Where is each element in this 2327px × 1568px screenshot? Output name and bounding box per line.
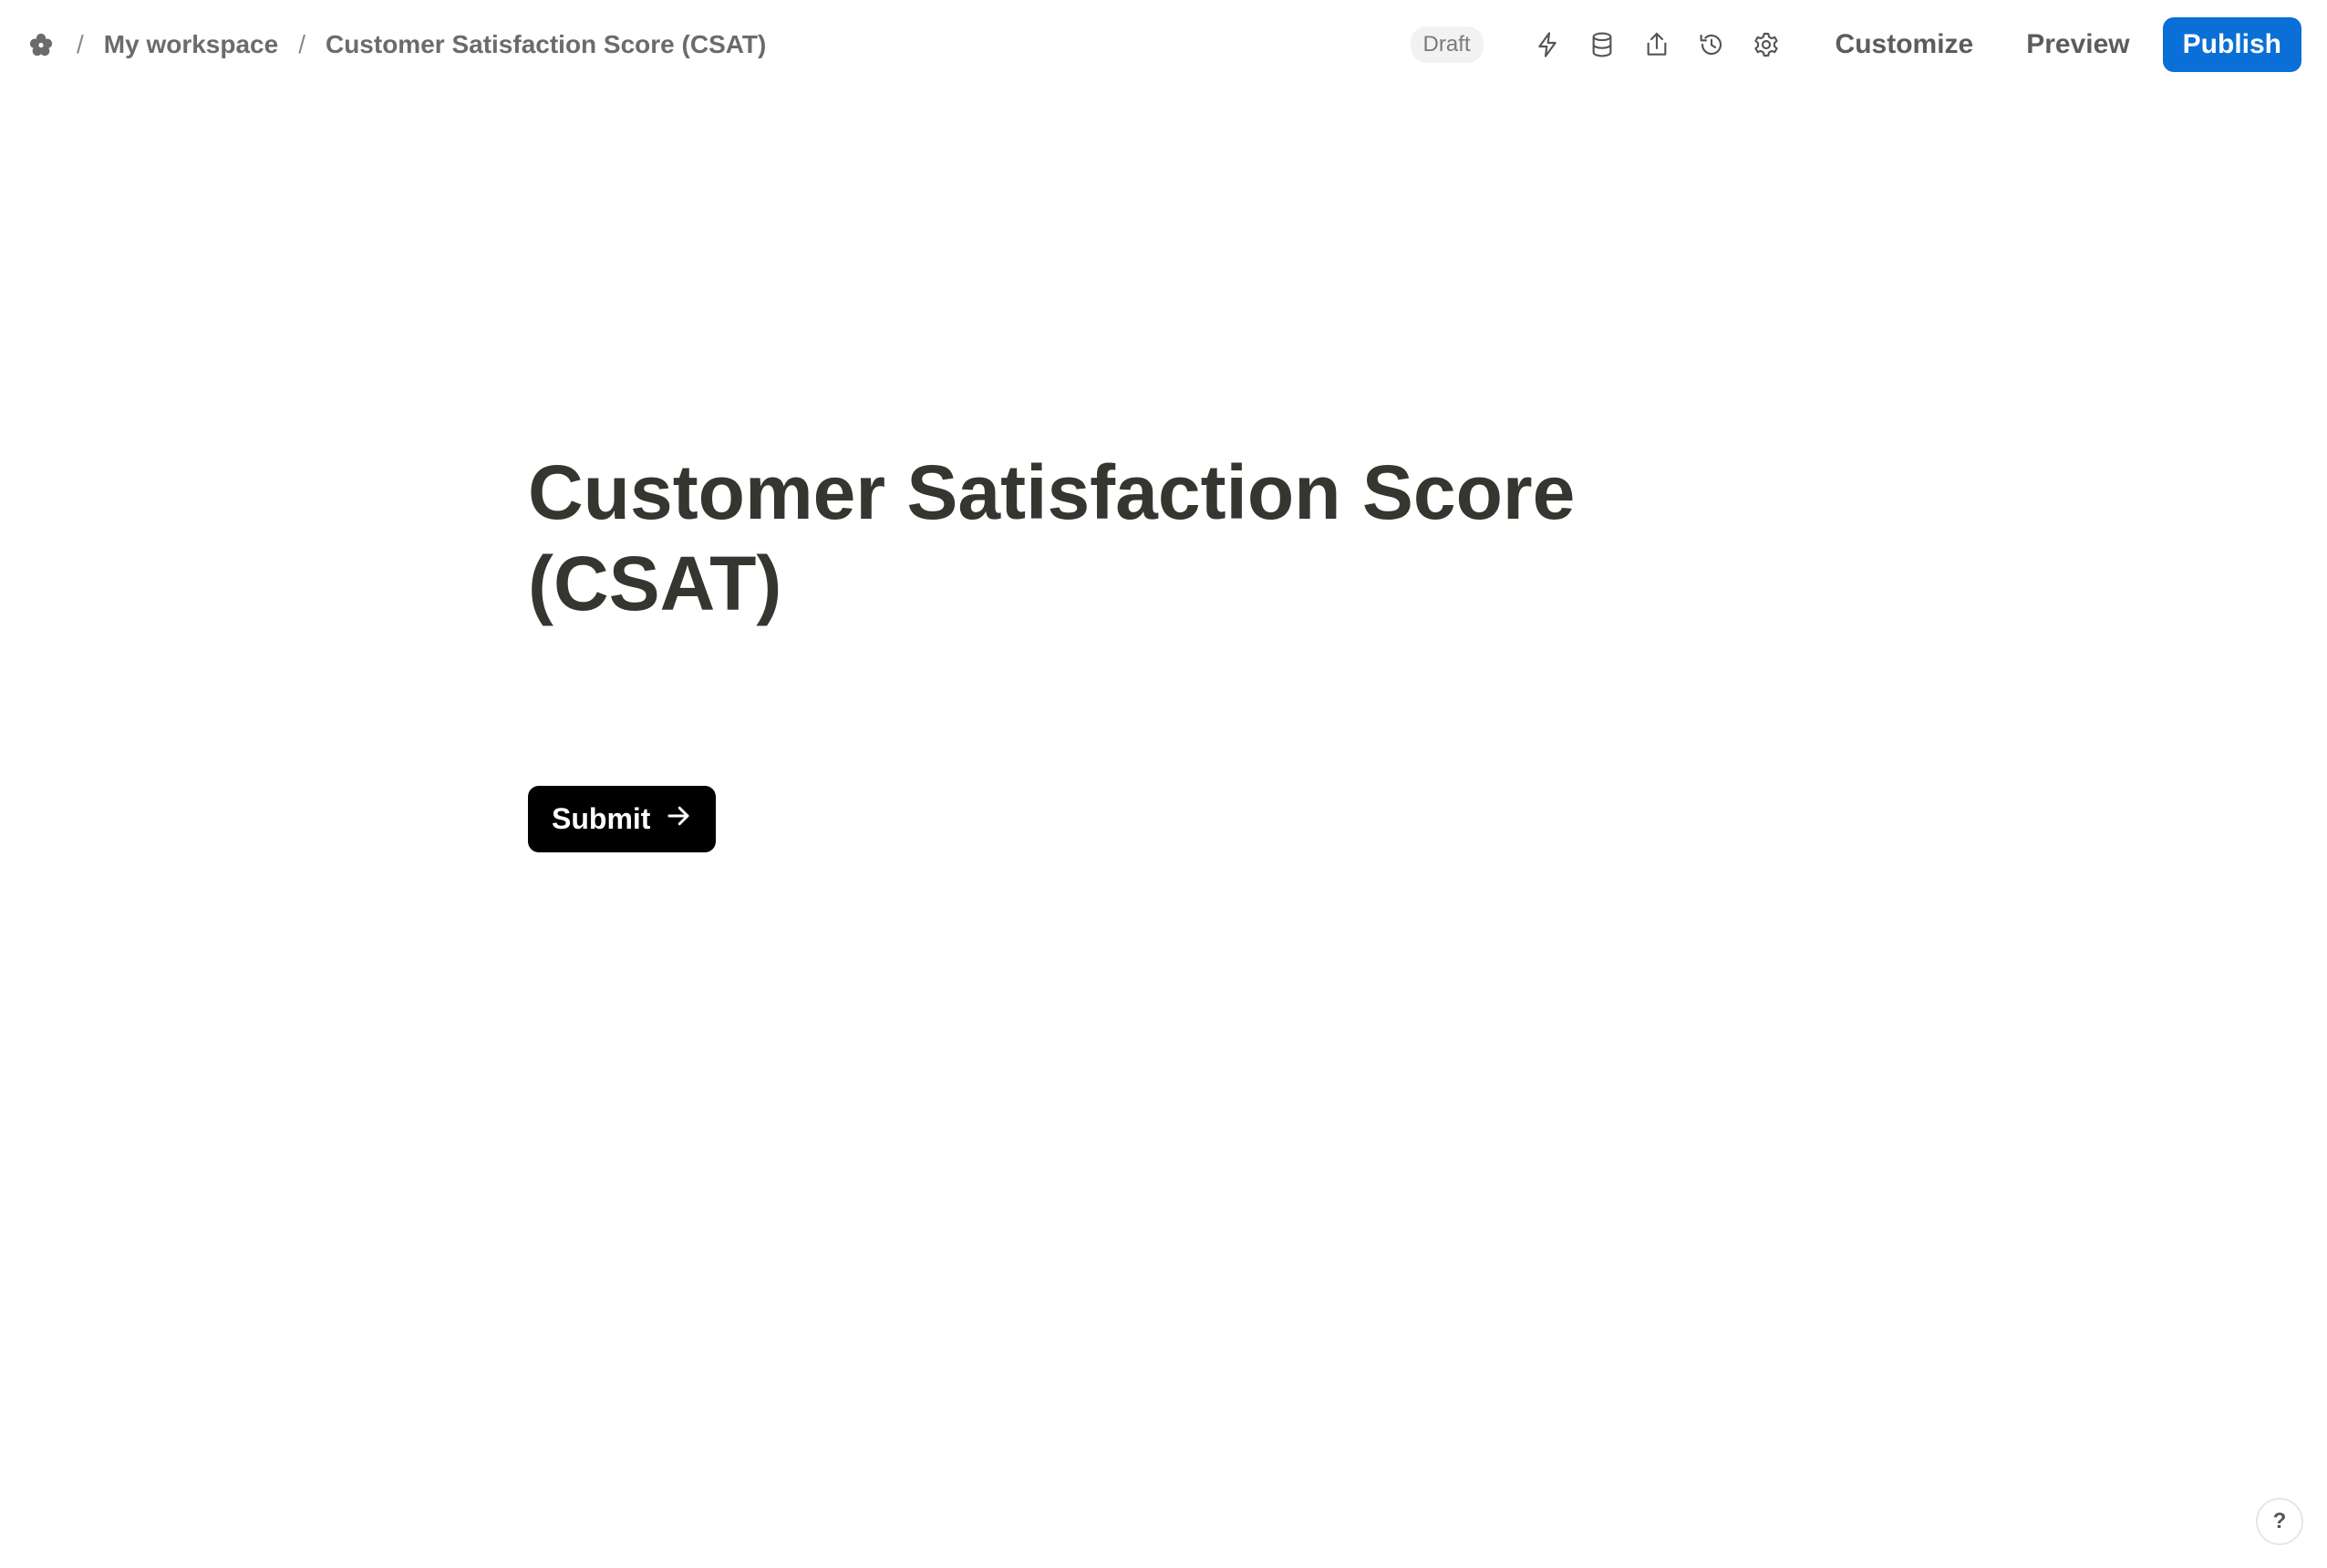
flower-logo-icon[interactable] [26,29,57,60]
customize-button[interactable]: Customize [1815,20,1994,69]
submit-button[interactable]: Submit [528,786,717,852]
database-icon[interactable] [1584,26,1620,63]
history-icon[interactable] [1693,26,1730,63]
share-icon[interactable] [1639,26,1675,63]
publish-button[interactable]: Publish [2162,17,2301,72]
preview-button[interactable]: Preview [2006,20,2149,69]
help-button[interactable]: ? [2256,1498,2303,1545]
lightning-icon[interactable] [1529,26,1566,63]
toolbar: Draft Customize Preview Publish [1410,17,2301,72]
gear-icon[interactable] [1748,26,1784,63]
top-bar: / My workspace / Customer Satisfaction S… [0,0,2327,89]
breadcrumb-form-name[interactable]: Customer Satisfaction Score (CSAT) [326,30,766,59]
submit-button-label: Submit [552,802,651,835]
form-title[interactable]: Customer Satisfaction Score (CSAT) [528,447,1622,629]
breadcrumb-workspace-link[interactable]: My workspace [104,30,278,59]
breadcrumb-separator: / [298,30,305,58]
breadcrumb: / My workspace / Customer Satisfaction S… [26,29,786,60]
status-badge: Draft [1410,26,1484,63]
arrow-right-icon [665,802,692,837]
breadcrumb-separator: / [77,30,84,58]
